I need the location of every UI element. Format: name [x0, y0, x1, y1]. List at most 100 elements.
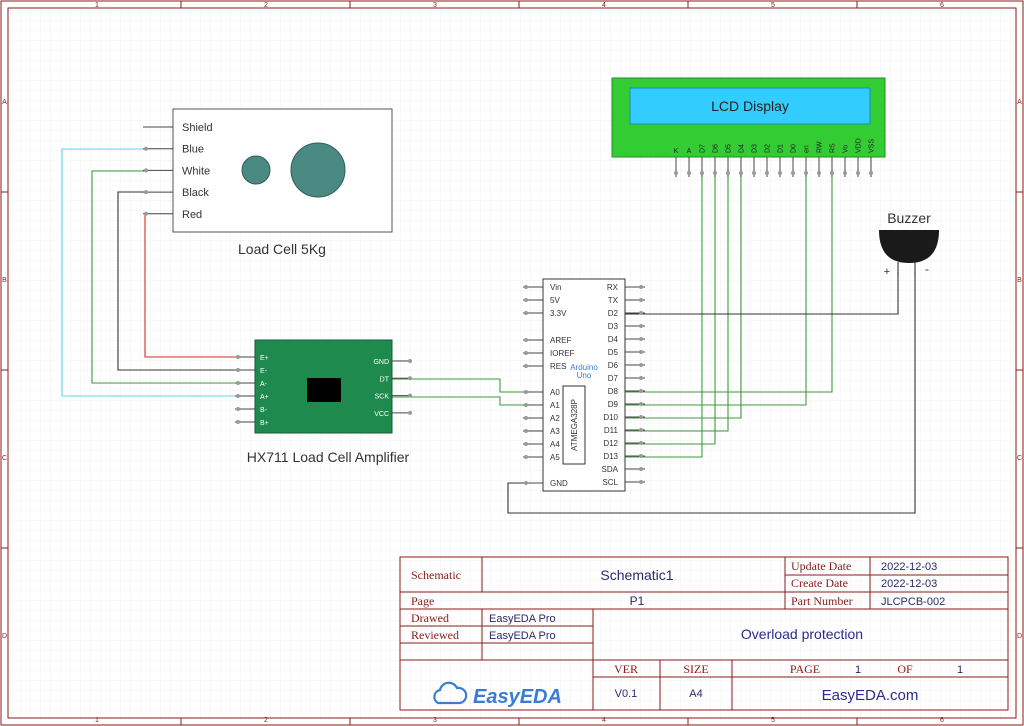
load-cell-pin-dot [144, 146, 148, 151]
hx711-pin-dot [408, 393, 412, 398]
frame-row-label-right: C [1017, 455, 1022, 462]
load-cell-pin-label-red: Red [182, 209, 202, 221]
load-cell-pin-label-black: Black [182, 187, 209, 199]
arduino-pin-dot [639, 376, 643, 380]
hx711-pin-dot [236, 368, 240, 372]
hx711-chip [307, 378, 341, 402]
hx711-pin-dot [408, 410, 412, 415]
arduino-pin-label-scl: SCL [602, 478, 618, 487]
frame-col-label-bottom: 5 [771, 717, 775, 724]
hx711-pin-dot [236, 381, 240, 385]
hx711-pin-dot [408, 376, 412, 381]
frame-col-label-bottom: 3 [433, 717, 437, 724]
arduino-pin-label-d4: D4 [608, 335, 619, 344]
arduino-pin-dot [639, 480, 643, 484]
arduino-pin-label-gnd: GND [550, 479, 568, 488]
lcd-pin-label-vdd: VDD [856, 138, 863, 153]
tb-update-date-label: Update Date [791, 559, 851, 573]
lcd-pin-dot [804, 171, 808, 175]
load-cell-pin-dot [144, 211, 148, 216]
frame-row-label-left: A [2, 99, 7, 106]
lcd-pin-dot [765, 171, 769, 175]
arduino-pin-label-aref: AREF [550, 336, 571, 345]
lcd-pin-dot [687, 171, 691, 175]
tb-ver-value: V0.1 [615, 688, 638, 700]
lcd-pin-label-d0: D0 [791, 144, 798, 153]
schematic-svg: 1 1 2 2 3 3 4 4 5 5 6 6 A A B B C C D D Shield Blue White Blac… [0, 0, 1024, 726]
tb-create-date-value: 2022-12-03 [881, 578, 937, 590]
arduino-pin-dot [524, 390, 528, 394]
frame-col-label-bottom: 1 [95, 717, 99, 724]
lcd-pin-label-vo: Vo [843, 145, 850, 153]
arduino-pin-label-d9: D9 [608, 400, 619, 409]
hx711-pin-dot [408, 359, 412, 363]
tb-of-label: OF [897, 662, 913, 676]
arduino-pin-dot [639, 285, 643, 289]
hx711-pin-label-a: A+ [260, 394, 269, 401]
arduino-pin-dot [524, 364, 528, 368]
frame-row-label-left: C [2, 455, 7, 462]
hx711-pin-dot [236, 420, 240, 424]
load-cell-pin-label-white: White [182, 165, 210, 177]
arduino-pin-dot [524, 481, 528, 485]
arduino-pin-dot [639, 454, 643, 458]
arduino-pin-dot [524, 298, 528, 302]
frame-col-label-bottom: 6 [940, 717, 944, 724]
arduino-pin-dot [639, 389, 643, 393]
arduino-pin-dot [524, 311, 528, 315]
arduino-pin-label-sda: SDA [602, 465, 619, 474]
lcd-pin-dot [713, 171, 717, 175]
buzzer-minus-label: - [925, 262, 929, 276]
arduino-pin-label-d5: D5 [608, 348, 619, 357]
lcd-pin-label-en: en [804, 145, 811, 153]
arduino-pin-dot [524, 285, 528, 289]
tb-part-number-value: JLCPCB-002 [881, 596, 945, 608]
arduino-pin-label-a4: A4 [550, 440, 560, 449]
arduino-pin-dot [639, 298, 643, 302]
hx711-pin-label-b: B- [260, 407, 268, 414]
lcd-pin-label-a: A [687, 148, 692, 155]
load-cell-pin-label-shield: Shield [182, 122, 213, 134]
arduino-pin-label-a0: A0 [550, 388, 560, 397]
load-cell-small-circle [241, 155, 271, 185]
tb-page-num-value: 1 [855, 664, 861, 676]
hx711-pin-label-a: A- [260, 381, 268, 388]
arduino-pin-dot [639, 350, 643, 354]
frame-row-label-right: A [1017, 99, 1022, 106]
arduino-pin-label-d10: D10 [603, 413, 618, 422]
arduino-pin-dot [639, 428, 643, 432]
frame-row-label-right: D [1017, 633, 1022, 640]
tb-drawed-label: Drawed [411, 611, 449, 625]
arduino-pin-label-3-3v: 3.3V [550, 309, 567, 318]
load-cell-pin-dot [144, 168, 148, 173]
tb-part-number-label: Part Number [791, 594, 853, 608]
buzzer-title: Buzzer [887, 210, 931, 226]
tb-create-date-label: Create Date [791, 576, 848, 590]
arduino-pin-label-d3: D3 [608, 322, 619, 331]
lcd-pin-label-d7: D7 [700, 144, 707, 153]
frame-col-label-top: 4 [602, 2, 606, 9]
lcd-pin-label-rs: RS [830, 143, 837, 153]
logo-text: EasyEDA [473, 686, 562, 708]
arduino-pin-label-vin: Vin [550, 283, 561, 292]
tb-ver-label: VER [614, 662, 638, 676]
arduino-pin-label-a5: A5 [550, 453, 560, 462]
arduino-pin-label-d12: D12 [603, 439, 618, 448]
tb-reviewed-value: EasyEDA Pro [489, 630, 556, 642]
buzzer-plus-label: + [884, 266, 890, 278]
lcd-pin-label-k: K [674, 148, 679, 155]
load-cell-pin-label-blue: Blue [182, 144, 204, 156]
frame-row-label-left: D [2, 633, 7, 640]
lcd-pin-dot [843, 171, 847, 175]
tb-schematic-value: Schematic1 [600, 567, 673, 583]
frame-col-label-bottom: 4 [602, 717, 606, 724]
lcd-pin-dot [869, 171, 873, 175]
tb-size-label: SIZE [683, 662, 708, 676]
lcd-pin-dot [778, 171, 782, 175]
lcd-pin-dot [817, 171, 821, 175]
hx711-pin-label-b: B+ [260, 420, 269, 427]
frame-col-label-top: 5 [771, 2, 775, 9]
lcd-pin-label-d3: D3 [752, 144, 759, 153]
lcd-pin-label-d2: D2 [765, 144, 772, 153]
arduino-pin-dot [639, 467, 643, 471]
